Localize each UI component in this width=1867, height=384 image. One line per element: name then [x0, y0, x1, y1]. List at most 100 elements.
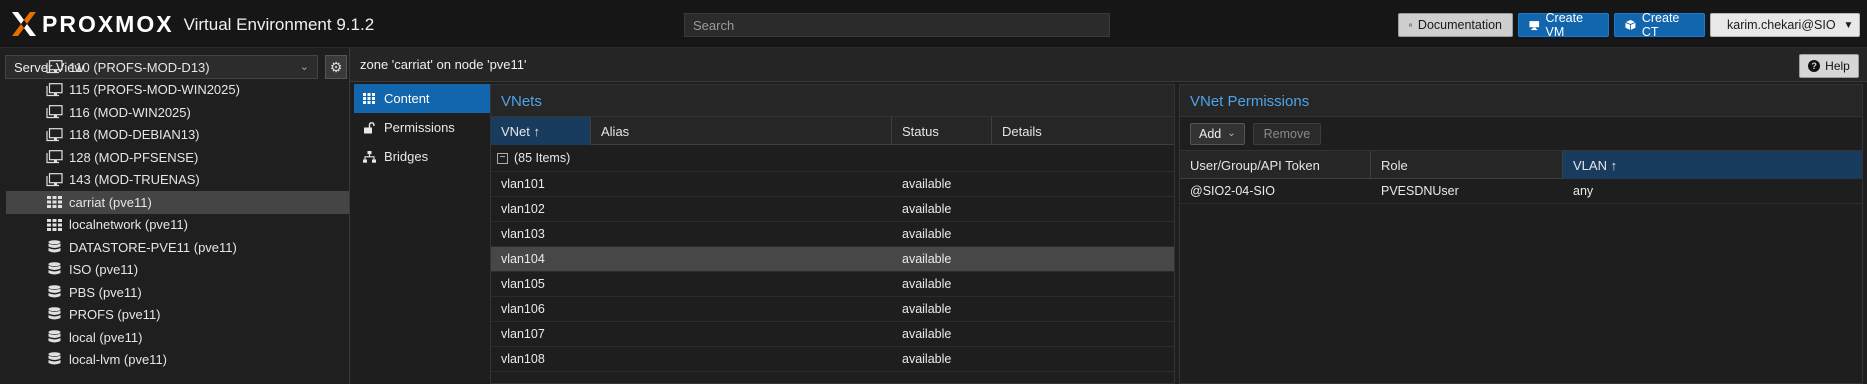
tree-item[interactable]: 118 (MOD-DEBIAN13)	[6, 124, 349, 147]
grid-group-header[interactable]: − (85 Items)	[491, 145, 1174, 172]
cell-vnet: vlan104	[501, 252, 545, 266]
table-row[interactable]: vlan101 available	[491, 172, 1174, 197]
main-content: zone 'carriat' on node 'pve11' ? Help Co…	[350, 48, 1867, 384]
tree-item-label: PROFS (pve11)	[69, 307, 161, 323]
tree-item-label: 116 (MOD-WIN2025)	[69, 104, 191, 120]
add-label: Add	[1199, 126, 1222, 141]
table-row[interactable]: vlan105 available	[491, 272, 1174, 297]
tree-item-label: 118 (MOD-DEBIAN13)	[69, 127, 200, 143]
cell-vnet: vlan105	[501, 277, 545, 291]
group-count-label: (85 Items)	[514, 151, 571, 165]
vnets-panel: VNets VNet ↑ Alias Status Details − (85 …	[490, 84, 1175, 384]
column-header-alias[interactable]: Alias	[591, 117, 892, 145]
tree-item[interactable]: local-lvm (pve11)	[6, 349, 349, 372]
table-row[interactable]: vlan107 available	[491, 322, 1174, 347]
cell-status: available	[902, 177, 952, 191]
unlock-icon	[362, 121, 376, 134]
proxmox-x-icon	[12, 12, 36, 36]
vm-template-icon	[46, 150, 63, 164]
tree-item[interactable]: 115 (PROFS-MOD-WIN2025)	[6, 79, 349, 102]
storage-icon	[46, 329, 63, 344]
user-menu-button[interactable]: karim.chekari@SIO ▼	[1710, 13, 1860, 37]
tree-item[interactable]: PBS (pve11)	[6, 281, 349, 304]
tree-item-label: PBS (pve11)	[69, 284, 142, 300]
nav-item-bridges[interactable]: Bridges	[354, 142, 490, 171]
remove-button[interactable]: Remove	[1252, 122, 1322, 145]
storage-icon	[46, 239, 63, 254]
cube-icon	[1625, 20, 1636, 30]
tree-item-label: localnetwork (pve11)	[69, 217, 188, 233]
help-button[interactable]: ? Help	[1799, 54, 1859, 78]
storage-icon	[46, 262, 63, 277]
cell-vnet: vlan107	[501, 327, 545, 341]
cell-status: available	[902, 227, 952, 241]
cell-vnet: vlan106	[501, 302, 545, 316]
cell-vnet: vlan103	[501, 227, 545, 241]
column-header-user[interactable]: User/Group/API Token	[1180, 151, 1371, 179]
vnets-grid-body: vlan101 available vlan102 available vlan103 a…	[491, 172, 1174, 372]
table-row[interactable]: vlan108 available	[491, 347, 1174, 372]
documentation-button[interactable]: Documentation	[1398, 13, 1513, 37]
tree-item-label: local (pve11)	[69, 329, 143, 345]
tree-item-label: 110 (PROFS-MOD-D13)	[69, 59, 210, 75]
tree-item[interactable]: PROFS (pve11)	[6, 304, 349, 327]
collapse-icon[interactable]: −	[497, 152, 508, 164]
documentation-label: Documentation	[1417, 18, 1502, 32]
tree-item[interactable]: carriat (pve11)	[6, 191, 349, 214]
create-ct-button[interactable]: Create CT	[1614, 11, 1705, 39]
column-header-role[interactable]: Role	[1371, 151, 1563, 179]
product-version: Virtual Environment 9.1.2	[183, 15, 375, 34]
tree-item[interactable]: local (pve11)	[6, 326, 349, 349]
cell-status: available	[902, 277, 952, 291]
tree-item[interactable]: 110 (PROFS-MOD-D13)	[6, 56, 349, 79]
sdn-zone-icon	[46, 218, 63, 232]
permissions-toolbar: Add ⌄ Remove	[1180, 117, 1862, 151]
column-header-vnet[interactable]: VNet ↑	[491, 117, 591, 145]
tree-item-label: 128 (MOD-PFSENSE)	[69, 149, 199, 165]
create-vm-button[interactable]: Create VM	[1518, 11, 1609, 39]
cell-status: available	[902, 327, 952, 341]
nav-item-content[interactable]: Content	[354, 84, 490, 113]
logo-wordmark: PROXMOX	[42, 10, 174, 37]
cell-vnet: vlan108	[501, 352, 545, 366]
column-header-status[interactable]: Status	[892, 117, 992, 145]
vm-template-icon	[46, 172, 63, 187]
book-icon	[1409, 23, 1412, 27]
tree-item-label: 143 (MOD-TRUENAS)	[69, 172, 200, 188]
tree-item[interactable]: localnetwork (pve11)	[6, 214, 349, 237]
table-row[interactable]: vlan102 available	[491, 197, 1174, 222]
search-input[interactable]: Search	[684, 13, 1110, 37]
cell-status: available	[902, 302, 952, 316]
tree-item[interactable]: DATASTORE-PVE11 (pve11)	[6, 236, 349, 259]
vnets-grid-header: VNet ↑ Alias Status Details	[491, 117, 1174, 145]
table-row[interactable]: vlan104 available	[491, 247, 1174, 272]
vm-template-icon	[46, 105, 63, 119]
tree-item-label: 115 (PROFS-MOD-WIN2025)	[69, 82, 240, 98]
nav-item-label: Content	[384, 91, 430, 106]
cell-vnet: vlan101	[501, 177, 545, 191]
add-button[interactable]: Add ⌄	[1190, 122, 1245, 145]
cell-vlan: any	[1573, 184, 1594, 198]
nav-item-label: Bridges	[384, 149, 429, 164]
table-row[interactable]: @SIO2-04-SIO PVESDNUser any	[1180, 179, 1862, 204]
tree-item[interactable]: 128 (MOD-PFSENSE)	[6, 146, 349, 169]
table-row[interactable]: vlan106 available	[491, 297, 1174, 322]
column-header-vlan[interactable]: VLAN ↑	[1563, 151, 1862, 179]
storage-icon	[46, 284, 63, 299]
vm-template-icon	[46, 127, 63, 142]
cell-status: available	[902, 252, 952, 266]
cell-user: @SIO2-04-SIO	[1190, 184, 1275, 198]
resource-tree-panel: Server View ⌄ ⚙ 110 (PROFS-MOD-D13) 115 (…	[0, 48, 350, 384]
cell-vnet: vlan102	[501, 202, 545, 216]
permissions-grid-body: @SIO2-04-SIO PVESDNUser any	[1180, 179, 1862, 204]
permissions-panel-title: VNet Permissions	[1180, 85, 1862, 117]
vm-template-icon	[46, 82, 63, 97]
table-row[interactable]: vlan103 available	[491, 222, 1174, 247]
column-header-details[interactable]: Details	[992, 117, 1174, 145]
nav-item-permissions[interactable]: Permissions	[354, 113, 490, 142]
tree-item[interactable]: 143 (MOD-TRUENAS)	[6, 169, 349, 192]
tree-item[interactable]: ISO (pve11)	[6, 259, 349, 282]
tree-item-label: ISO (pve11)	[69, 262, 139, 278]
tree-item[interactable]: 116 (MOD-WIN2025)	[6, 101, 349, 124]
proxmox-logo[interactable]: PROXMOX Virtual Environment 9.1.2	[10, 9, 374, 39]
